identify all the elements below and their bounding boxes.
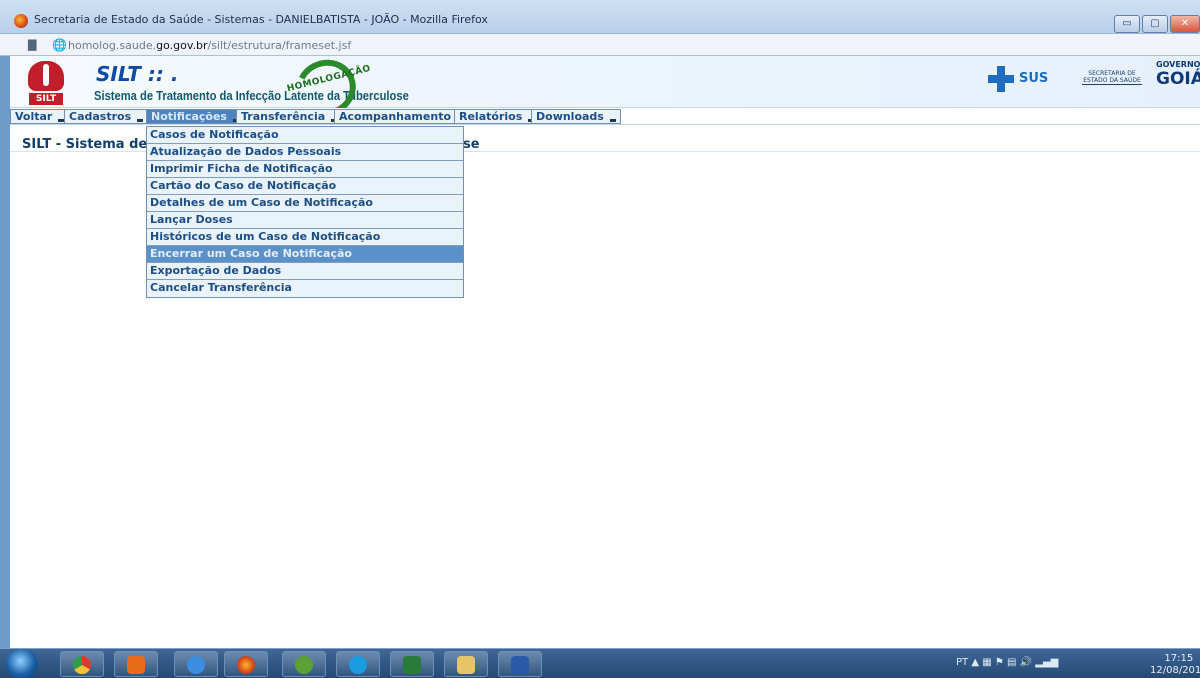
utorrent-icon[interactable] [282,651,326,677]
silt-logo[interactable]: SILT [28,61,64,105]
menu-voltar[interactable]: Voltar [10,109,70,124]
minimize-button[interactable]: ▭ [1114,15,1140,33]
start-button-icon[interactable] [6,649,38,678]
menu-notificacoes[interactable]: Notificações [146,109,244,124]
gov-line1: GOVERNO D [1156,60,1200,69]
notificacoes-dropdown: Casos de Notificação Atualização de Dado… [146,126,464,298]
system-name: SILT :: . [96,62,179,86]
window-title-bar: Secretaria de Estado da Saúde - Sistemas… [0,0,1200,34]
file-explorer-icon[interactable] [444,651,488,677]
dropdown-item-cancelar-transferencia[interactable]: Cancelar Transferência [147,280,463,297]
excel-icon[interactable] [390,651,434,677]
dropdown-item-encerrar-caso[interactable]: Encerrar um Caso de Notificação [147,246,463,263]
menu-acompanhamento[interactable]: Acompanhamento [334,109,469,124]
menu-cadastros[interactable]: Cadastros [64,109,149,124]
clock-time: 17:15 [1164,653,1194,664]
dropdown-item-lancar-doses[interactable]: Lançar Doses [147,212,463,229]
logo-tag: SILT [29,93,63,105]
dropdown-item-exportacao-dados[interactable]: Exportação de Dados [147,263,463,280]
menu-label: Cadastros [69,110,132,123]
tray-flag-icon[interactable]: ▦ ⚑ ▤ [982,657,1016,668]
lungs-icon [28,61,64,91]
clock[interactable]: 17:15 12/08/2015 [1150,653,1200,677]
word-icon[interactable] [498,651,542,677]
window-title: Secretaria de Estado da Saúde - Sistemas… [34,13,488,26]
sus-logo: SUS [988,66,1078,92]
sus-text: SUS [1019,71,1049,86]
firefox-icon[interactable] [224,651,268,677]
address-url[interactable]: homolog.saude.go.gov.br/silt/estrutura/f… [68,39,351,52]
menu-label: Notificações [151,110,227,123]
clock-date: 12/08/2015 [1150,665,1200,676]
site-banner: SILT SILT :: . Sistema de Tratamento da … [10,51,1200,125]
globe-icon: 🌐 [52,38,67,52]
page-heading-end: se [463,137,480,152]
page-heading: SILT - Sistema de [22,137,148,152]
dropdown-item-casos-notificacao[interactable]: Casos de Notificação [147,127,463,144]
skype-icon[interactable] [336,651,380,677]
menu-label: Voltar [15,110,53,123]
internet-explorer-icon[interactable] [174,651,218,677]
menu-downloads[interactable]: Downloads [531,109,621,124]
chrome-icon[interactable] [60,651,104,677]
bookmark-icon[interactable]: ▇ [28,38,42,51]
dropdown-item-cartao-caso[interactable]: Cartão do Caso de Notificação [147,178,463,195]
close-button[interactable]: ✕ [1170,15,1200,33]
system-full-name: Sistema de Tratamento da Infecção Latent… [94,88,409,103]
dropdown-arrow-icon [137,119,144,122]
dropdown-item-imprimir-ficha[interactable]: Imprimir Ficha de Notificação [147,161,463,178]
menu-relatorios[interactable]: Relatórios [454,109,540,124]
firefox-icon [14,14,28,28]
menu-transferencia[interactable]: Transferência [236,109,343,124]
volume-icon[interactable]: 🔊 [1020,657,1032,668]
main-menu: Voltar Cadastros Notificações Transferên… [10,108,1200,125]
sus-cross-icon [988,66,1014,92]
menu-label: Transferência [241,110,326,123]
window-controls: ▭ ▢ ✕ [1112,15,1200,33]
address-bar[interactable]: ▇ 🌐 homolog.saude.go.gov.br/silt/estrutu… [0,34,1200,56]
dropdown-item-historicos-caso[interactable]: Históricos de um Caso de Notificação [147,229,463,246]
governo-goias-logo: GOVERNO D GOIÁS [1156,60,1200,89]
dropdown-arrow-icon [609,119,616,122]
taskbar: PT ▲ ▦ ⚑ ▤ 🔊 ▂▄▆ 17:15 12/08/2015 [0,648,1200,678]
media-player-icon[interactable] [114,651,158,677]
maximize-button[interactable]: ▢ [1142,15,1168,33]
web-page: SILT SILT :: . Sistema de Tratamento da … [10,51,1200,648]
tray-expand-icon[interactable]: ▲ [971,657,982,668]
gov-line2: GOIÁS [1156,69,1200,89]
language-indicator[interactable]: PT [956,657,968,668]
menu-label: Acompanhamento [339,110,452,123]
network-icon[interactable]: ▂▄▆ [1035,657,1058,668]
dropdown-item-detalhes-caso[interactable]: Detalhes de um Caso de Notificação [147,195,463,212]
secretaria-logo: SECRETARIA DE ESTADO DA SAÚDE [1082,70,1142,85]
menu-label: Relatórios [459,110,523,123]
system-tray: PT ▲ ▦ ⚑ ▤ 🔊 ▂▄▆ [956,657,1058,668]
menu-label: Downloads [536,110,604,123]
dropdown-item-atualizacao-dados[interactable]: Atualização de Dados Pessoais [147,144,463,161]
